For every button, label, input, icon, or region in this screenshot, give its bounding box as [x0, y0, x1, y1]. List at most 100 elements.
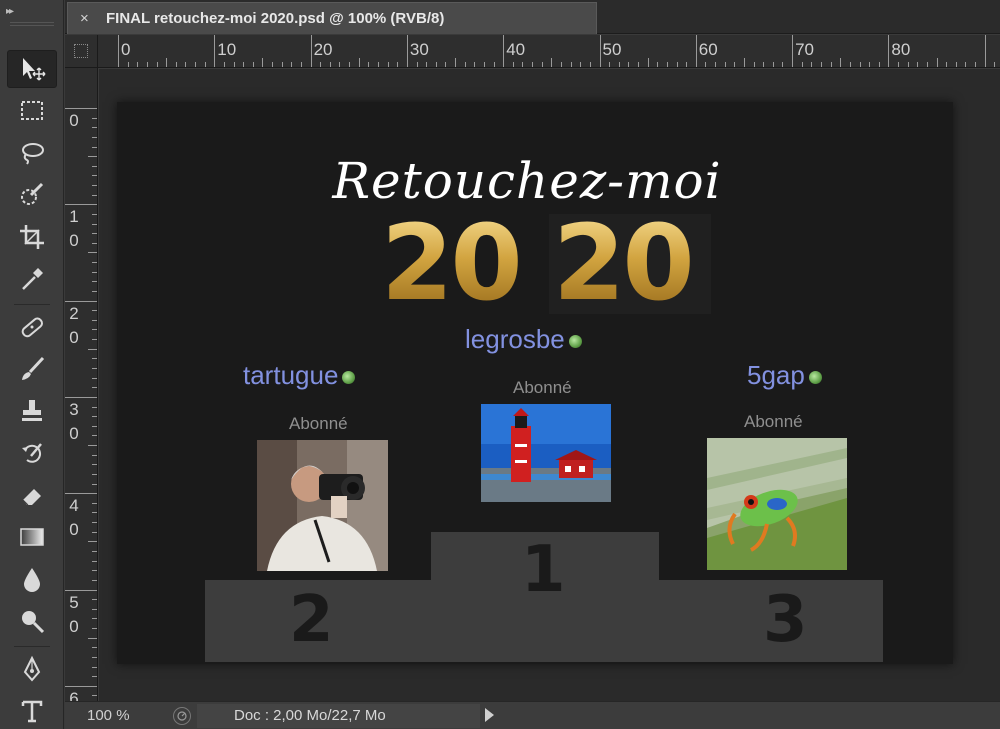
ruler-tick: [994, 62, 996, 67]
ruler-label: 70: [795, 40, 815, 59]
ruler-tick: [92, 329, 97, 331]
pen-tool-icon[interactable]: [7, 650, 57, 688]
ruler-tick: [92, 676, 97, 678]
ruler-tick: [406, 35, 408, 67]
healing-brush-tool-icon[interactable]: [7, 308, 57, 346]
script-title: Retouchez-moi: [332, 152, 722, 210]
ruler-origin[interactable]: [65, 35, 98, 68]
move-tool-icon[interactable]: [7, 50, 57, 88]
ruler-tick: [272, 62, 274, 67]
year-digits-left: 20: [381, 202, 523, 324]
ruler-tick: [118, 35, 119, 67]
ruler-tick: [445, 62, 447, 67]
ruler-tick: [92, 454, 97, 456]
ruler-label: 40: [506, 40, 526, 59]
winner-second-name-text: tartugue: [243, 360, 339, 390]
winner-first-name-text: legrosbe: [465, 324, 565, 354]
ruler-tick: [92, 319, 97, 321]
ruler-tick: [156, 62, 158, 67]
blur-tool-icon[interactable]: [7, 560, 57, 598]
ruler-tick: [88, 637, 97, 639]
history-brush-tool-icon[interactable]: [7, 434, 57, 472]
ruler-tick: [92, 522, 97, 524]
winner-second-status: Abonné: [289, 414, 348, 433]
ruler-tick: [570, 62, 572, 67]
document-canvas[interactable]: Retouchez-moi 20 20 legrosbe Abonné tart…: [117, 102, 953, 664]
ruler-tick: [638, 62, 640, 67]
ruler-tick: [92, 656, 97, 658]
ruler-tick: [92, 560, 97, 562]
online-badge-icon: [342, 370, 356, 384]
ruler-tick: [92, 464, 97, 466]
ruler-tick: [686, 62, 688, 67]
quick-selection-tool-icon[interactable]: [7, 176, 57, 214]
ruler-tick: [493, 62, 495, 67]
gradient-tool-icon[interactable]: [7, 518, 57, 556]
ruler-tick: [92, 136, 97, 138]
ruler-tick: [92, 185, 97, 187]
ruler-tick: [92, 512, 97, 514]
document-tab[interactable]: × FINAL retouchez-moi 2020.psd @ 100% (R…: [67, 2, 597, 34]
lasso-tool-icon[interactable]: [7, 134, 57, 172]
eyedropper-tool-icon[interactable]: [7, 260, 57, 298]
ruler-tick: [483, 62, 485, 67]
marquee-tool-icon[interactable]: [7, 92, 57, 130]
ruler-label: 0: [121, 40, 131, 59]
ruler-tick: [349, 62, 351, 67]
ruler-tick: [426, 62, 428, 67]
status-menu-arrow-icon[interactable]: [485, 708, 494, 722]
ruler-tick: [92, 117, 97, 119]
crop-tool-icon[interactable]: [7, 218, 57, 256]
ruler-tick: [310, 35, 312, 67]
ruler-tick: [329, 62, 331, 67]
ruler-tick: [92, 165, 97, 167]
ruler-tick: [772, 62, 774, 67]
winner-second-name: tartugue: [243, 360, 356, 391]
eraser-tool-icon[interactable]: [7, 476, 57, 514]
ruler-label: 20: [313, 40, 333, 59]
type-tool-icon[interactable]: [7, 692, 57, 729]
ruler-tick: [715, 62, 717, 67]
close-icon[interactable]: ×: [80, 10, 98, 27]
zoom-level[interactable]: 100 %: [87, 707, 130, 724]
ruler-tick: [291, 62, 293, 67]
canvas-area[interactable]: Retouchez-moi 20 20 legrosbe Abonné tart…: [99, 69, 1000, 701]
ruler-tick: [397, 62, 399, 67]
ruler-tick: [92, 666, 97, 668]
vertical-ruler[interactable]: 0 1 0 2 0 3 0 4 0 5 0 6: [65, 68, 98, 701]
ruler-tick: [618, 62, 620, 67]
ruler-label: 80: [891, 40, 911, 59]
timing-icon[interactable]: [173, 707, 191, 725]
ruler-tick: [984, 35, 986, 67]
horizontal-ruler[interactable]: 0 10 20 30 40 50 60 70 80: [98, 35, 1000, 68]
ruler-tick: [262, 58, 264, 67]
ruler-tick: [975, 62, 977, 67]
ruler-label: 4: [69, 496, 79, 516]
ruler-tick: [92, 127, 97, 129]
toolbar-grip[interactable]: [10, 22, 54, 26]
ruler-tick: [560, 62, 562, 67]
ruler-tick: [763, 62, 765, 67]
ruler-tick: [92, 310, 97, 312]
ruler-tick: [92, 570, 97, 572]
online-badge-icon: [568, 334, 582, 348]
year-digits-right: 20: [553, 202, 695, 324]
ruler-tick: [92, 146, 97, 148]
winner-third-photo: [707, 438, 847, 570]
ruler-tick: [92, 242, 97, 244]
document-tab-title: FINAL retouchez-moi 2020.psd @ 100% (RVB…: [106, 10, 445, 27]
ruler-tick: [92, 473, 97, 475]
brush-tool-icon[interactable]: [7, 350, 57, 388]
ruler-tick: [676, 62, 678, 67]
collapse-toolbar-icon[interactable]: ▸▸: [6, 6, 14, 17]
dodge-tool-icon[interactable]: [7, 602, 57, 640]
ruler-tick: [88, 445, 97, 447]
ruler-tick: [657, 62, 659, 67]
clone-stamp-tool-icon[interactable]: [7, 392, 57, 430]
ruler-tick: [705, 62, 707, 67]
ruler-tick: [792, 35, 794, 67]
ruler-tick: [378, 62, 379, 67]
ruler-tick: [127, 62, 129, 67]
ruler-tick: [936, 58, 938, 67]
ruler-tick: [92, 223, 97, 225]
